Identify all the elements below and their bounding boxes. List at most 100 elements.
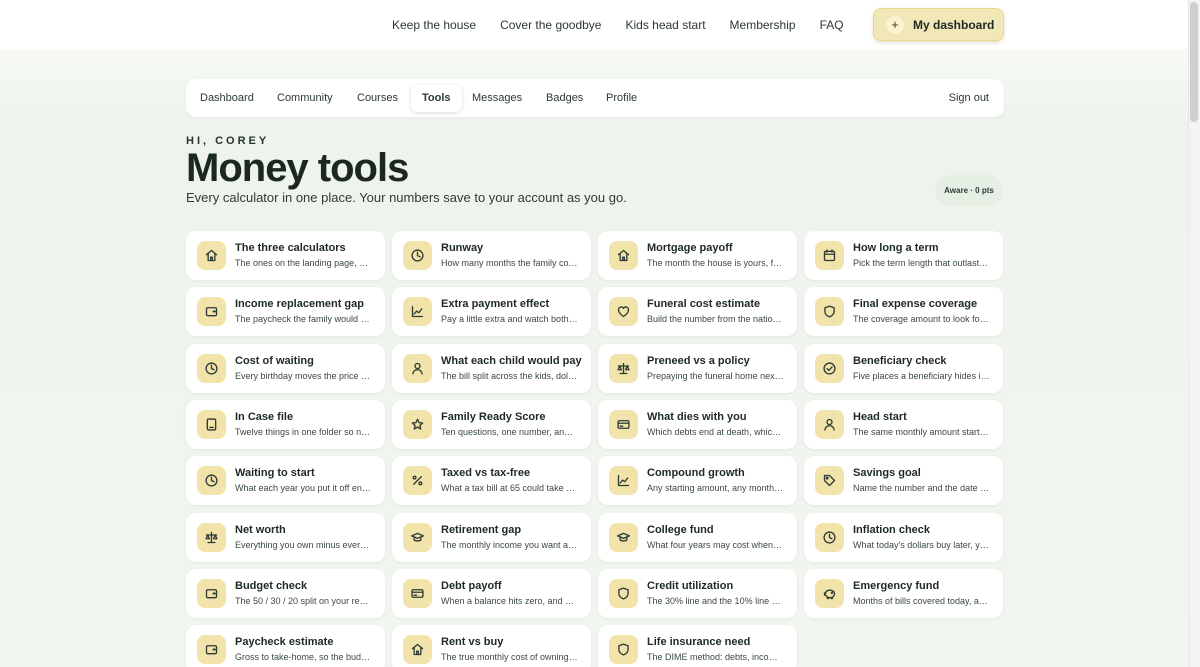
tool-card[interactable]: Net worth Everything you own minus everyt… [186,512,385,562]
tool-title: Income replacement gap [235,298,364,311]
tool-description: What a tax bill at 65 could take out of … [441,483,578,494]
tool-card[interactable]: Family Ready Score Ten questions, one num… [392,399,591,449]
tool-card[interactable]: College fund What four years may cost whe… [598,512,797,562]
shield-icon [815,297,844,327]
card-icon [609,409,638,439]
tool-card[interactable]: Rent vs buy The true monthly cost of owni… [392,625,591,667]
tool-description: How many months the family could keep go… [441,258,578,268]
card-icon [403,578,432,608]
tool-card[interactable]: Income replacement gap The paycheck the f… [186,287,385,337]
tool-title: Extra payment effect [441,298,550,311]
tool-description: The true monthly cost of owning against … [441,652,578,663]
tool-title: Net worth [235,523,286,536]
person-icon [815,409,844,439]
tool-title: Compound growth [647,467,745,480]
tab-community[interactable]: Community [266,85,344,112]
tab-dashboard[interactable]: Dashboard [189,85,265,112]
tool-title: Preneed vs a policy [647,354,750,367]
tool-description: The same monthly amount started years ea… [853,426,990,437]
tool-card[interactable]: In Case file Twelve things in one folder … [186,399,385,449]
my-dashboard-button[interactable]: + My dashboard [873,8,1004,41]
tool-card[interactable]: Head start The same monthly amount starte… [804,399,1003,449]
tool-title: Beneficiary check [853,354,947,367]
top-navigation: Keep the house Cover the goodbye Kids he… [0,0,1188,49]
nav-link-kids-head-start[interactable]: Kids head start [625,18,705,32]
tool-title: Retirement gap [441,523,522,536]
tool-card[interactable]: The three calculators The ones on the lan… [186,231,385,280]
tool-card[interactable]: Credit utilization The 30% line and the 1… [598,568,797,618]
nav-link-cover-the-goodbye[interactable]: Cover the goodbye [500,18,601,32]
shield-icon [609,635,638,665]
tool-description: Name the number and the date you need it… [853,483,990,494]
tab-badges[interactable]: Badges [535,85,594,112]
tab-messages[interactable]: Messages [461,85,533,112]
tab-courses[interactable]: Courses [346,85,409,112]
page-subtitle: Every calculator in one place. Your numb… [186,190,627,205]
tool-description: Pick the term length that outlasts your … [853,258,990,268]
shield-icon [609,578,638,608]
scale-icon [197,522,226,552]
tool-title: Credit utilization [647,579,734,592]
wallet-icon [197,297,226,327]
tool-card[interactable]: What each child would pay The bill split … [392,343,591,393]
tool-card[interactable]: Funeral cost estimate Build the number fr… [598,287,797,337]
tool-description: Twelve things in one folder so no one ha… [235,426,372,437]
tool-card[interactable]: Debt payoff When a balance hits zero, and… [392,568,591,618]
nav-link-keep-the-house[interactable]: Keep the house [392,18,476,32]
tab-tools[interactable]: Tools [411,85,462,112]
tool-description: Ten questions, one number, and your next… [441,426,578,437]
account-tabs: Dashboard Community Courses Tools Messag… [186,79,1004,117]
tool-card[interactable]: Retirement gap The monthly income you wan… [392,512,591,562]
sign-out-link[interactable]: Sign out [949,85,989,112]
tool-description: What today's dollars buy later, year by … [853,539,990,550]
house-icon [609,241,638,270]
tool-card[interactable]: Final expense coverage The coverage amoun… [804,287,1003,337]
tool-card[interactable]: Inflation check What today's dollars buy … [804,512,1003,562]
tool-card[interactable]: Extra payment effect Pay a little extra a… [392,287,591,337]
tool-card[interactable]: What dies with you Which debts end at dea… [598,399,797,449]
my-dashboard-label: My dashboard [913,17,995,32]
tool-title: Emergency fund [853,579,940,592]
tool-card[interactable]: Life insurance need The DIME method: debt… [598,625,797,667]
tool-card[interactable]: Cost of waiting Every birthday moves the … [186,343,385,393]
tool-description: The monthly income you want against the … [441,539,578,550]
wallet-icon [197,578,226,608]
tool-card[interactable]: Waiting to start What each year you put i… [186,456,385,506]
top-nav-links: Keep the house Cover the goodbye Kids he… [392,0,868,49]
scrollbar[interactable] [1188,0,1200,667]
tool-description: The ones on the landing page, all in one… [235,258,372,268]
tool-card[interactable]: Emergency fund Months of bills covered to… [804,568,1003,618]
piggy-icon [815,578,844,608]
tool-card[interactable]: Savings goal Name the number and the date… [804,456,1003,506]
tool-card[interactable]: Budget check The 50 / 30 / 20 split on yo… [186,568,385,618]
tool-description: Pay a little extra and watch both totals… [441,314,578,325]
tool-title: Waiting to start [235,467,315,480]
tool-description: The paycheck the family would have to re… [235,314,372,325]
tool-description: Five places a beneficiary hides in your … [853,370,990,381]
tool-description: Everything you own minus everything you … [235,539,372,550]
tool-title: Paycheck estimate [235,636,334,649]
tool-card[interactable]: Mortgage payoff The month the house is yo… [598,231,797,280]
tag-icon [815,466,844,496]
tool-card[interactable]: How long a term Pick the term length that… [804,231,1003,280]
tool-card[interactable]: Compound growth Any starting amount, any … [598,456,797,506]
nav-link-faq[interactable]: FAQ [820,18,844,32]
tool-description: The bill split across the kids, dollar b… [441,370,578,381]
tool-card[interactable]: Preneed vs a policy Prepaying the funeral… [598,343,797,393]
tool-card[interactable]: Runway How many months the family could k… [392,231,591,280]
tool-card[interactable]: Paycheck estimate Gross to take-home, so … [186,625,385,667]
heart-icon [609,297,638,327]
tool-title: Cost of waiting [235,354,314,367]
tool-title: Inflation check [853,523,931,536]
tool-card[interactable]: Taxed vs tax-free What a tax bill at 65 c… [392,456,591,506]
tab-profile[interactable]: Profile [595,85,648,112]
calendar-icon [815,241,844,270]
tool-description: The coverage amount to look for, in plai… [853,314,990,325]
nav-link-membership[interactable]: Membership [730,18,796,32]
tool-description: The DIME method: debts, income, mortgage… [647,652,784,663]
tool-description: Every birthday moves the price of covera… [235,370,372,381]
tool-card[interactable]: Beneficiary check Five places a beneficia… [804,343,1003,393]
plus-icon: + [886,15,904,34]
scrollbar-thumb[interactable] [1190,2,1198,122]
tool-description: Months of bills covered today, and the g… [853,595,990,606]
